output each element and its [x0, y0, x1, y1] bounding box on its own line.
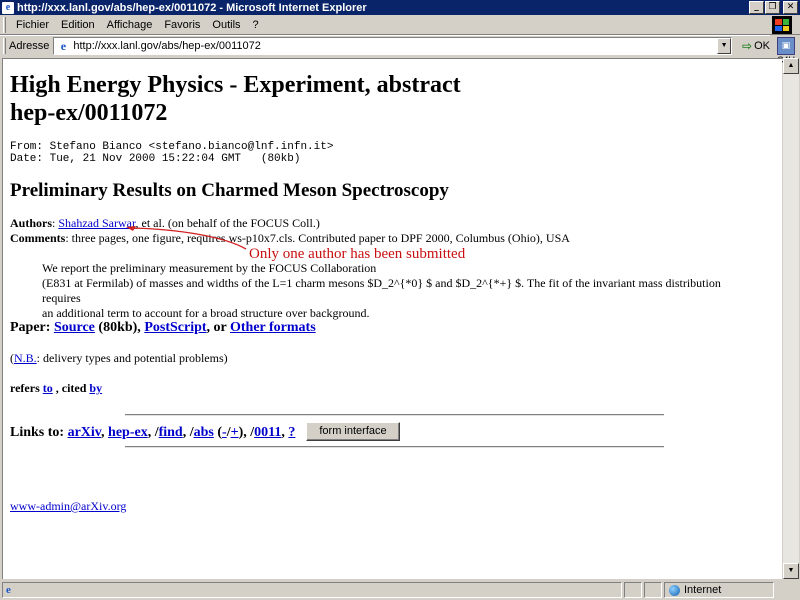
go-label: OK [754, 39, 770, 52]
cited-by-link[interactable]: by [89, 381, 102, 395]
nb-line: (N.B.: delivery types and potential prob… [10, 351, 228, 366]
refers-to-link[interactable]: to [43, 381, 53, 395]
abstract-line: We report the preliminary measurement by… [42, 261, 377, 275]
author-link[interactable]: Shahzad Sarwar [58, 216, 135, 230]
comments-label: Comments [10, 231, 66, 245]
from-line: From: Stefano Bianco <stefano.bianco@lnf… [10, 141, 334, 153]
link-arxiv[interactable]: arXiv [68, 425, 101, 440]
toolbar-grip[interactable] [3, 37, 6, 54]
refers-cited-line: refers to , cited by [10, 381, 102, 396]
links-separator: , / [182, 425, 194, 440]
source-link[interactable]: Source [54, 320, 95, 335]
links-separator: , / [147, 425, 159, 440]
abstract-line: an additional term to account for a broa… [42, 306, 370, 320]
links-line: Links to: arXiv, hep-ex, /find, /abs (-/… [10, 425, 295, 441]
form-interface-button[interactable]: form interface [306, 422, 400, 441]
page-status-icon: e [6, 584, 11, 596]
address-dropdown-button[interactable]: ▼ [717, 37, 732, 54]
heading-line-2: hep-ex/0011072 [10, 100, 168, 126]
link-abs[interactable]: abs [194, 425, 214, 440]
globe-icon [669, 584, 680, 596]
paper-label: Paper: [10, 320, 51, 335]
status-bar: e Internet [0, 580, 800, 600]
abstract-line: (E831 at Fermilab) of masses and widths … [42, 276, 721, 305]
c4u-icon: ▣ [777, 37, 795, 55]
paper-formats-line: Paper: Source (80kb), PostScript, or Oth… [10, 320, 316, 336]
paper-title: Preliminary Results on Charmed Meson Spe… [10, 180, 449, 201]
zone-label: Internet [684, 584, 722, 596]
or-text: , or [206, 320, 230, 335]
nb-rest: : delivery types and potential problems) [36, 351, 228, 365]
divider-top [125, 414, 664, 416]
page-icon: e [60, 38, 67, 53]
source-size: (80kb), [94, 320, 145, 335]
menu-bar: Fichier Edition Affichage Favoris Outils… [0, 15, 800, 35]
status-main-pane: e [2, 582, 622, 598]
page-viewport[interactable]: High Energy Physics - Experiment, abstra… [2, 58, 782, 579]
authors-label: Authors [10, 216, 53, 230]
address-label: Adresse [9, 39, 50, 52]
address-input[interactable] [73, 39, 714, 52]
title-bar: e http://xxx.lanl.gov/abs/hep-ex/0011072… [0, 0, 800, 15]
links-separator: ), / [238, 425, 255, 440]
authors-line: Authors: Shahzad Sarwar, et al. (on beha… [10, 216, 320, 231]
toolbar-grip[interactable] [3, 16, 6, 33]
admin-email-link[interactable]: www-admin@arXiv.org [10, 499, 126, 513]
link-next[interactable]: + [231, 425, 239, 440]
page-heading: High Energy Physics - Experiment, abstra… [10, 71, 461, 127]
maximize-button[interactable]: ❐ [765, 1, 780, 14]
menu-favorites[interactable]: Favoris [158, 19, 206, 31]
heading-line-1: High Energy Physics - Experiment, abstra… [10, 72, 461, 98]
links-separator: , [101, 425, 109, 440]
postscript-link[interactable]: PostScript [144, 320, 206, 335]
comments-line: Comments: three pages, one figure, requi… [10, 231, 570, 246]
link-find[interactable]: find [159, 425, 183, 440]
abstract: We report the preliminary measurement by… [42, 261, 762, 321]
menu-tools[interactable]: Outils [206, 19, 246, 31]
refers-label: refers [10, 381, 43, 395]
link-month[interactable]: 0011 [254, 425, 281, 440]
link-hep-ex[interactable]: hep-ex [108, 425, 148, 440]
divider-bottom [125, 446, 664, 448]
link-help[interactable]: ? [288, 425, 295, 440]
nb-link[interactable]: N.B. [14, 351, 37, 365]
minimize-button[interactable]: _ [749, 1, 764, 14]
links-label: Links to: [10, 425, 68, 440]
vertical-scrollbar[interactable]: ▲ ▼ [783, 58, 799, 579]
links-separator: ( [213, 425, 223, 440]
window-title: http://xxx.lanl.gov/abs/hep-ex/0011072 -… [17, 1, 367, 14]
status-pane [624, 582, 642, 598]
go-button[interactable]: ⇨ OK [742, 39, 770, 53]
comments-text: : three pages, one figure, requires ws-p… [65, 231, 570, 245]
windows-logo-icon [772, 16, 792, 34]
close-button[interactable]: ✕ [783, 1, 798, 14]
authors-rest: , et al. (on behalf of the FOCUS Coll.) [135, 216, 320, 230]
address-field[interactable]: e ▼ [53, 36, 733, 55]
menu-file[interactable]: Fichier [10, 19, 55, 31]
ie-icon: e [2, 1, 14, 14]
scroll-up-button[interactable]: ▲ [783, 58, 799, 74]
menu-help[interactable]: ? [247, 19, 265, 31]
menu-edit[interactable]: Edition [55, 19, 101, 31]
address-bar: Adresse e ▼ ⇨ OK [0, 35, 770, 55]
menu-view[interactable]: Affichage [101, 19, 159, 31]
cited-label: , cited [52, 381, 90, 395]
security-zone-pane: Internet [664, 582, 774, 598]
date-line: Date: Tue, 21 Nov 2000 15:22:04 GMT (80k… [10, 153, 301, 165]
admin-line: www-admin@arXiv.org [10, 499, 126, 514]
status-pane [644, 582, 662, 598]
scroll-down-button[interactable]: ▼ [783, 563, 799, 579]
go-arrow-icon: ⇨ [742, 38, 753, 53]
other-formats-link[interactable]: Other formats [230, 320, 316, 335]
